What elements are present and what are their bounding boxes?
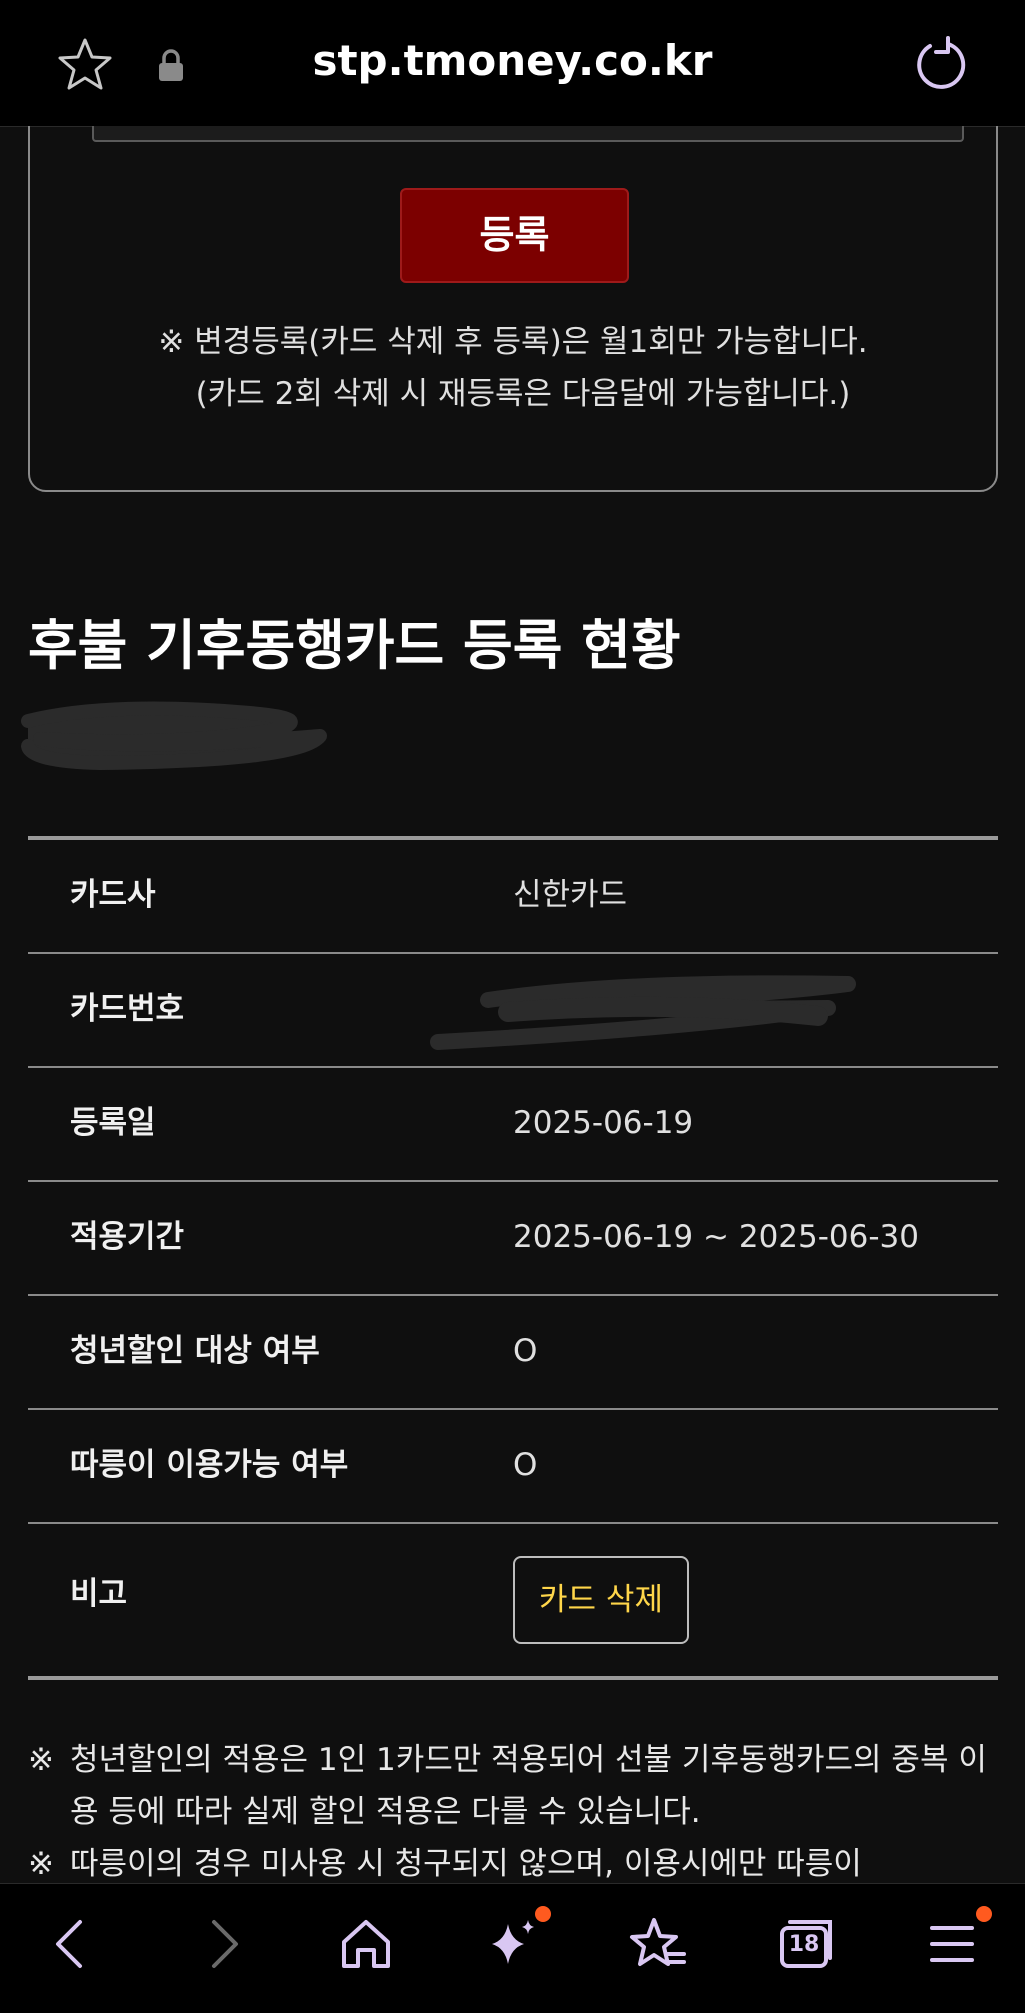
registration-notice-line1: ※ 변경등록(카드 삭제 후 등록)은 월1회만 가능합니다. (158, 324, 868, 360)
forward-arrow-icon[interactable] (192, 1914, 252, 1974)
note-mark: ※ (28, 1742, 54, 1778)
row-label: 적용기간 (70, 1219, 185, 1255)
footnote-youth-discount: ※ 청년할인의 적용은 1인 1카드만 적용되어 선불 기후동행카드의 중복 이… (28, 1734, 1008, 1838)
footnote-ttareungi: ※ 따릉이의 경우 미사용 시 청구되지 않으며, 이용시에만 따릉이 (28, 1838, 1008, 1883)
row-value: 2025-06-19 (513, 1105, 694, 1141)
address-bar-url[interactable]: stp.tmoney.co.kr (0, 36, 1025, 85)
notification-dot (535, 1906, 551, 1922)
status-section-title: 후불 기후동행카드 등록 현황 (28, 614, 681, 677)
register-button[interactable]: 등록 (400, 188, 629, 283)
browser-bottom-bar: 18 (0, 1883, 1025, 2013)
ai-sparkle-icon[interactable] (482, 1914, 542, 1974)
back-arrow-icon[interactable] (42, 1914, 102, 1974)
row-label: 비고 (70, 1576, 128, 1612)
table-row: 따릉이 이용가능 여부 O (28, 1410, 998, 1524)
card-registration-box: 등록 ※ 변경등록(카드 삭제 후 등록)은 월1회만 가능합니다. (카드 2… (28, 126, 998, 492)
delete-card-button[interactable]: 카드 삭제 (513, 1556, 689, 1644)
note-mark: ※ (28, 1846, 54, 1882)
tab-count-badge: 18 (788, 1932, 820, 1957)
row-value: O (513, 1333, 538, 1369)
row-label: 등록일 (70, 1105, 156, 1141)
table-row: 청년할인 대상 여부 O (28, 1296, 998, 1410)
table-row: 카드사 신한카드 (28, 840, 998, 954)
table-row: 카드번호 (28, 954, 998, 1068)
row-label: 따릉이 이용가능 여부 (70, 1447, 349, 1483)
row-label: 카드번호 (70, 991, 185, 1027)
card-number-input[interactable] (92, 126, 964, 142)
bookmarks-star-icon[interactable] (628, 1914, 688, 1974)
notification-dot (976, 1906, 992, 1922)
reload-icon[interactable] (912, 36, 968, 92)
row-label: 카드사 (70, 877, 156, 913)
home-icon[interactable] (336, 1914, 396, 1974)
page-content: 등록 ※ 변경등록(카드 삭제 후 등록)은 월1회만 가능합니다. (카드 2… (0, 126, 1025, 1883)
row-value: 2025-06-19 ~ 2025-06-30 (513, 1219, 919, 1255)
row-value: 신한카드 (513, 877, 628, 913)
row-value: O (513, 1447, 538, 1483)
footnotes: ※ 청년할인의 적용은 1인 1카드만 적용되어 선불 기후동행카드의 중복 이… (28, 1734, 1008, 1883)
registration-notice-line2: (카드 2회 삭제 시 재등록은 다음달에 가능합니다.) (195, 376, 851, 412)
menu-hamburger-icon[interactable] (922, 1914, 982, 1974)
card-status-table: 카드사 신한카드 카드번호 등록일 2025-06-19 적용기간 2025-0… (28, 836, 998, 1680)
table-row: 비고 카드 삭제 (28, 1524, 998, 1676)
table-row: 등록일 2025-06-19 (28, 1068, 998, 1182)
footnote-text: 따릉이의 경우 미사용 시 청구되지 않으며, 이용시에만 따릉이 (70, 1846, 862, 1882)
tabs-button[interactable]: 18 (776, 1914, 836, 1974)
row-label: 청년할인 대상 여부 (70, 1333, 320, 1369)
table-row: 적용기간 2025-06-19 ~ 2025-06-30 (28, 1182, 998, 1296)
footnote-text: 청년할인의 적용은 1인 1카드만 적용되어 선불 기후동행카드의 중복 이용 … (70, 1742, 987, 1830)
redacted-user-name (21, 701, 327, 770)
browser-top-bar: stp.tmoney.co.kr (0, 0, 1025, 127)
registration-notice: ※ 변경등록(카드 삭제 후 등록)은 월1회만 가능합니다. (카드 2회 삭… (30, 316, 996, 420)
redacted-card-number (430, 975, 856, 1050)
